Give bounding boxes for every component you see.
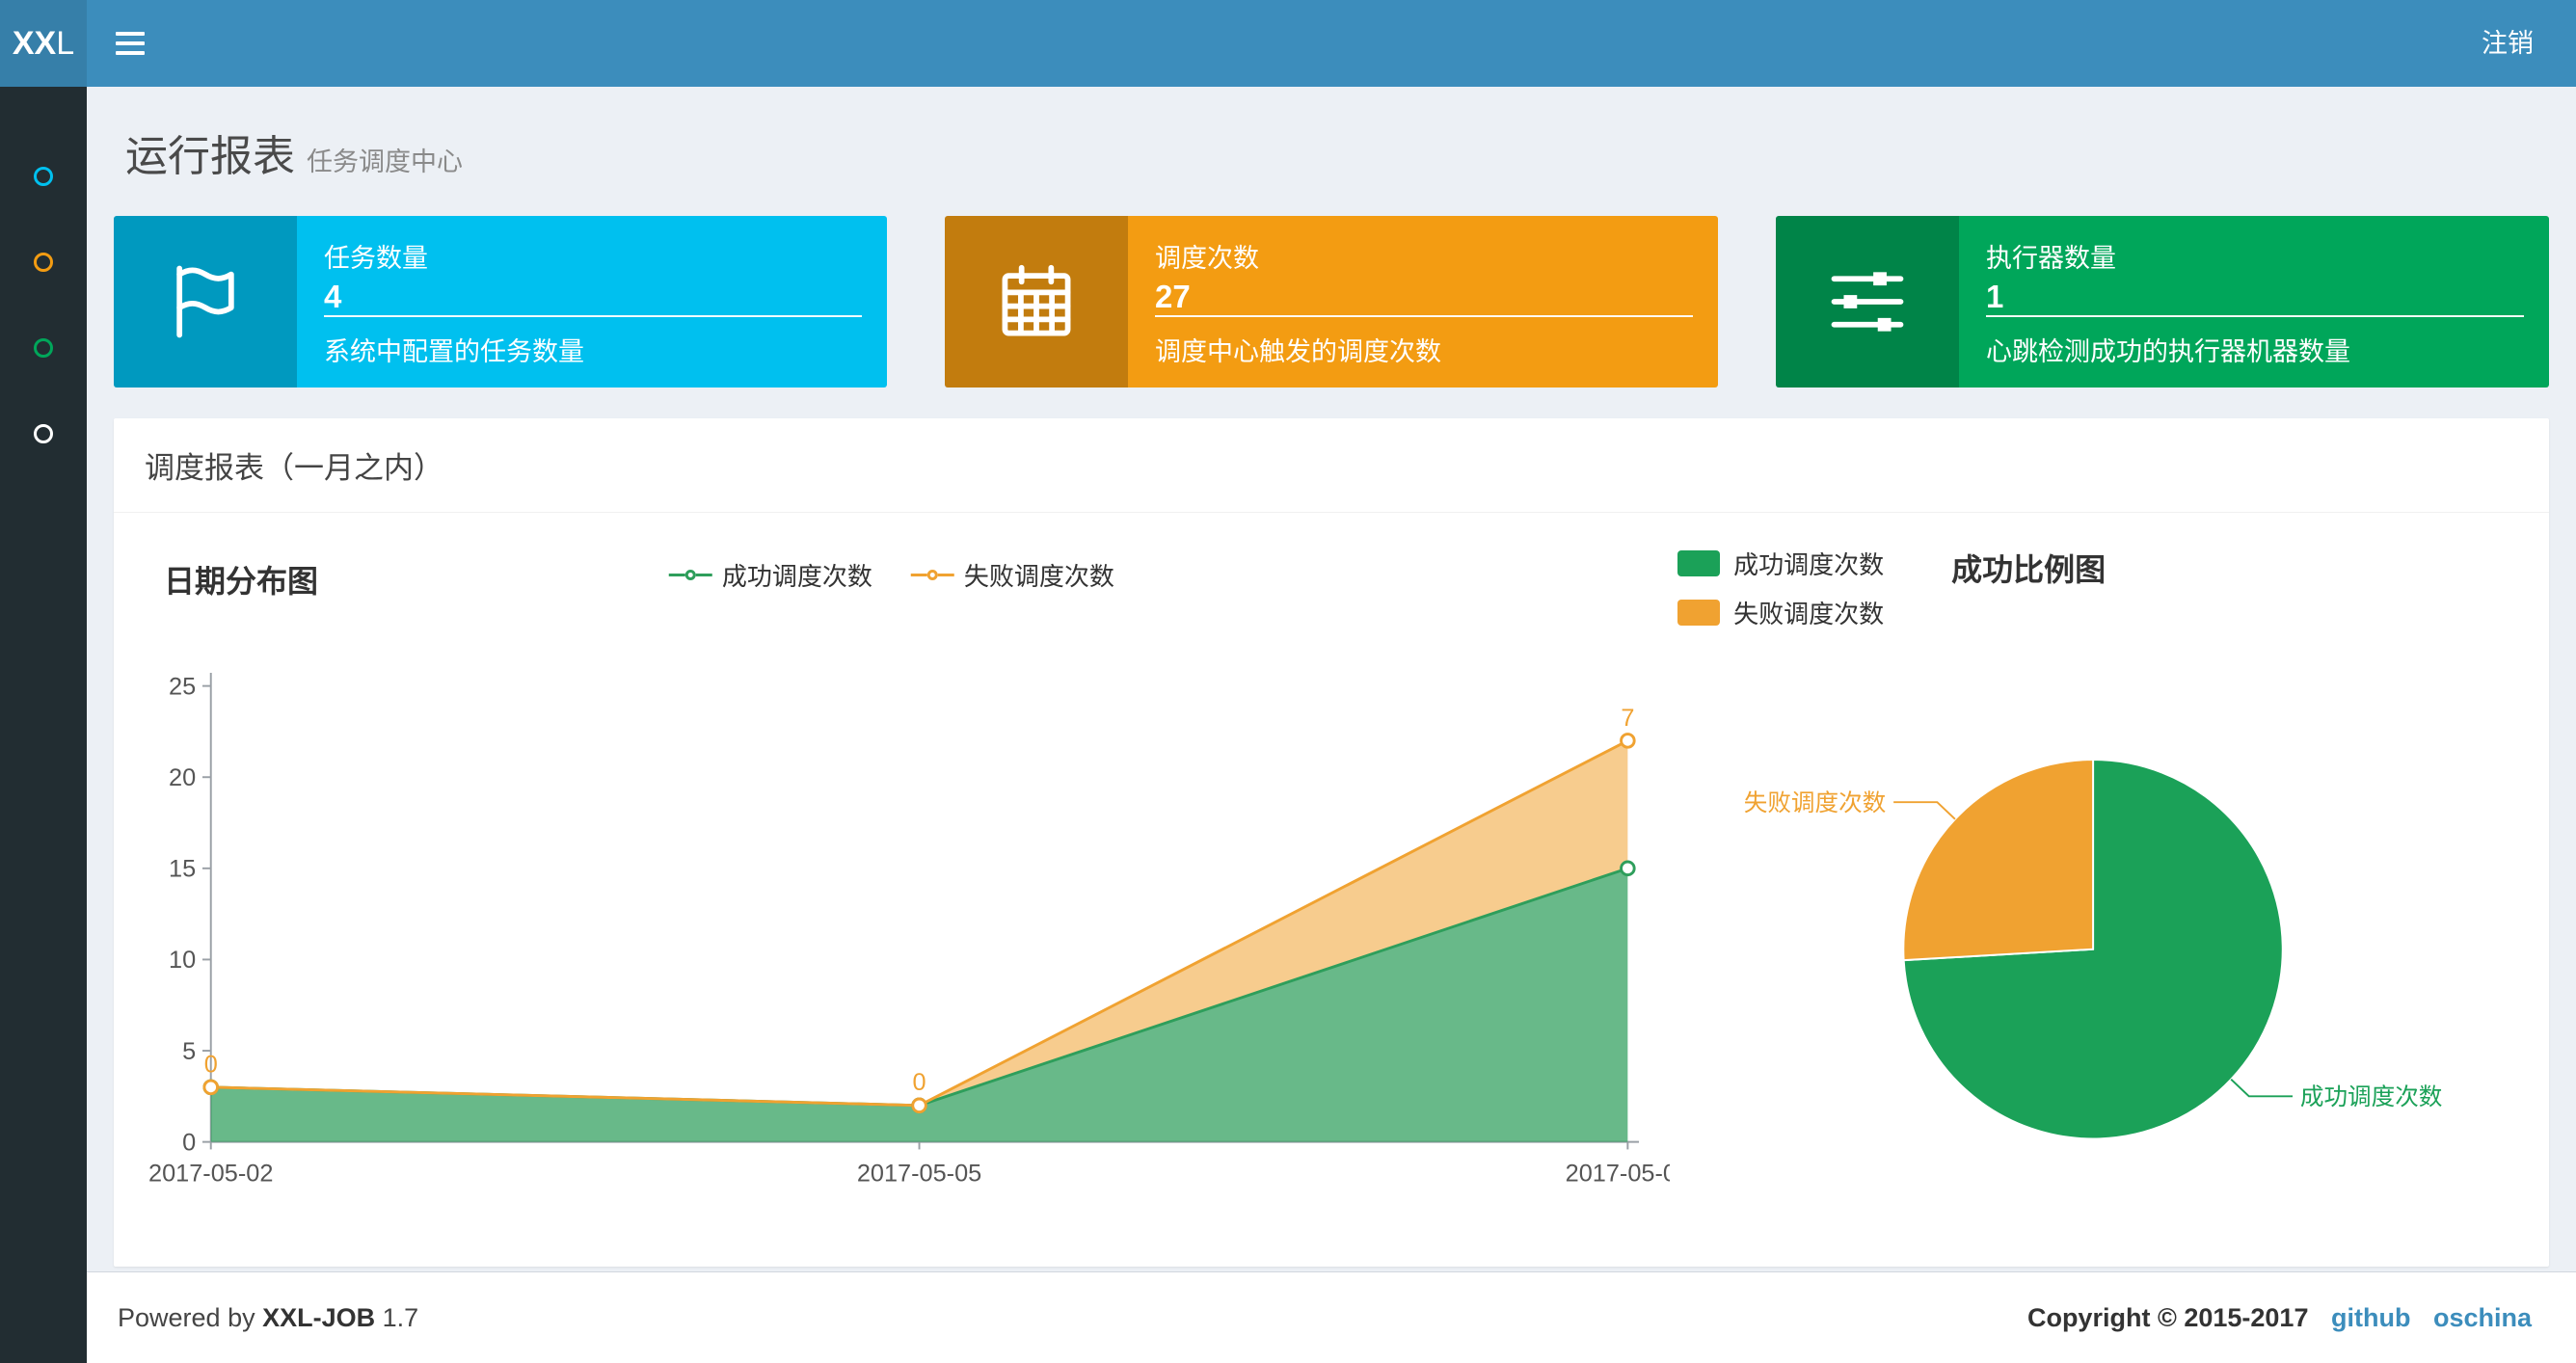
footer: Powered by XXL-JOB 1.7 Copyright © 2015-… (87, 1271, 2576, 1363)
top-navbar: XX L 注销 (0, 0, 2576, 87)
sidebar-item-1[interactable] (0, 133, 87, 219)
svg-text:0: 0 (182, 1129, 196, 1156)
powered-by: Powered by XXL-JOB 1.7 (118, 1302, 419, 1332)
stat-title: 任务数量 (324, 244, 428, 273)
legend-ring-icon (684, 570, 696, 580)
stat-value: 27 (1155, 279, 1191, 314)
legend-label: 成功调度次数 (721, 562, 872, 591)
stat-title: 调度次数 (1155, 244, 1259, 273)
svg-text:25: 25 (169, 673, 196, 700)
svg-text:2017-05-02: 2017-05-02 (148, 1161, 273, 1188)
calendar-icon (945, 216, 1128, 388)
legend-ring-icon (926, 570, 938, 580)
legend-item-fail[interactable]: 失败调度次数 (910, 557, 1114, 593)
brand-name: XXL-JOB (262, 1302, 376, 1332)
legend-label: 成功调度次数 (1733, 550, 1885, 579)
legend-item-fail[interactable]: 失败调度次数 (1677, 595, 1884, 630)
success-ratio-chart: 成功调度次数 失败调度次数 成功比例图 成功调度次数 失败调度次数 (1670, 526, 2536, 1224)
line-chart-legend: 成功调度次数 失败调度次数 (668, 557, 1114, 593)
logout-link[interactable]: 注销 (2439, 0, 2576, 87)
area-chart-svg: 05101520252017-05-022017-05-052017-05-08… (148, 673, 1671, 1188)
navbar: 注销 (87, 0, 2576, 87)
circle-icon (34, 423, 53, 443)
svg-text:2017-05-08: 2017-05-08 (1566, 1161, 1671, 1188)
legend-item-success[interactable]: 成功调度次数 (1677, 546, 1884, 581)
sidebar-item-4[interactable] (0, 390, 87, 476)
main-content: 运行报表 任务调度中心 任务数量 4 系统中配置的任务数量 调度次数 27 调度… (87, 87, 2576, 1271)
stat-box-triggers: 调度次数 27 调度中心触发的调度次数 (945, 216, 1718, 388)
panel-title: 调度报表（一月之内） (114, 418, 2549, 513)
svg-text:2017-05-05: 2017-05-05 (857, 1161, 981, 1188)
svg-text:5: 5 (182, 1038, 196, 1065)
svg-text:7: 7 (1621, 705, 1634, 732)
pie-chart-legend: 成功调度次数 失败调度次数 (1677, 546, 1884, 630)
sidebar-item-3[interactable] (0, 305, 87, 390)
legend-line (668, 574, 685, 576)
svg-text:成功调度次数: 成功调度次数 (2300, 1083, 2442, 1110)
stat-desc: 调度中心触发的调度次数 (1155, 315, 1693, 368)
svg-text:0: 0 (913, 1069, 926, 1096)
stat-title: 执行器数量 (1986, 244, 2116, 273)
copyright: Copyright © 2015-2017 github oschina (2026, 1302, 2532, 1332)
svg-text:15: 15 (169, 856, 196, 883)
logo-text-light: L (56, 24, 75, 62)
report-panel: 调度报表（一月之内） 日期分布图 成功调度次数 失败调度次数 0 5 10 15… (114, 418, 2549, 1267)
stat-value: 1 (1986, 279, 2004, 314)
page-subtitle: 任务调度中心 (307, 147, 463, 176)
sidebar-item-2[interactable] (0, 219, 87, 305)
legend-label: 失败调度次数 (963, 562, 1114, 591)
legend-swatch (1677, 600, 1721, 626)
legend-swatch (1677, 550, 1721, 576)
sidebar-toggle-button[interactable] (87, 0, 174, 87)
stat-boxes: 任务数量 4 系统中配置的任务数量 调度次数 27 调度中心触发的调度次数 执行… (114, 216, 2549, 388)
circle-icon (34, 166, 53, 186)
date-distribution-chart: 日期分布图 成功调度次数 失败调度次数 0 5 10 15 20 25 2017… (131, 526, 1670, 1224)
stat-desc: 心跳检测成功的执行器机器数量 (1986, 315, 2524, 368)
svg-text:失败调度次数: 失败调度次数 (1744, 789, 1886, 816)
legend-line (910, 574, 927, 576)
flag-icon (114, 216, 297, 388)
svg-text:10: 10 (169, 947, 196, 974)
sidebar (0, 87, 87, 1363)
hamburger-icon (116, 32, 145, 36)
svg-text:0: 0 (204, 1051, 218, 1078)
svg-text:20: 20 (169, 764, 196, 791)
github-link[interactable]: github (2331, 1303, 2410, 1332)
stat-box-executors: 执行器数量 1 心跳检测成功的执行器机器数量 (1776, 216, 2549, 388)
pie-chart-title: 成功比例图 (1951, 552, 2106, 587)
circle-icon (34, 337, 53, 358)
logo-text-bold: XX (12, 24, 57, 62)
content-header: 运行报表 任务调度中心 (114, 108, 2549, 216)
sliders-icon (1776, 216, 1959, 388)
page-title: 运行报表 任务调度中心 (125, 133, 463, 180)
circle-icon (34, 252, 53, 272)
app-logo[interactable]: XX L (0, 0, 87, 87)
stat-value: 4 (324, 279, 342, 314)
oschina-link[interactable]: oschina (2433, 1303, 2532, 1332)
pie-chart-svg: 成功调度次数 失败调度次数 (1744, 759, 2443, 1140)
legend-label: 失败调度次数 (1733, 600, 1885, 628)
legend-item-success[interactable]: 成功调度次数 (668, 557, 872, 593)
stat-box-jobs: 任务数量 4 系统中配置的任务数量 (114, 216, 887, 388)
stat-desc: 系统中配置的任务数量 (324, 315, 862, 368)
